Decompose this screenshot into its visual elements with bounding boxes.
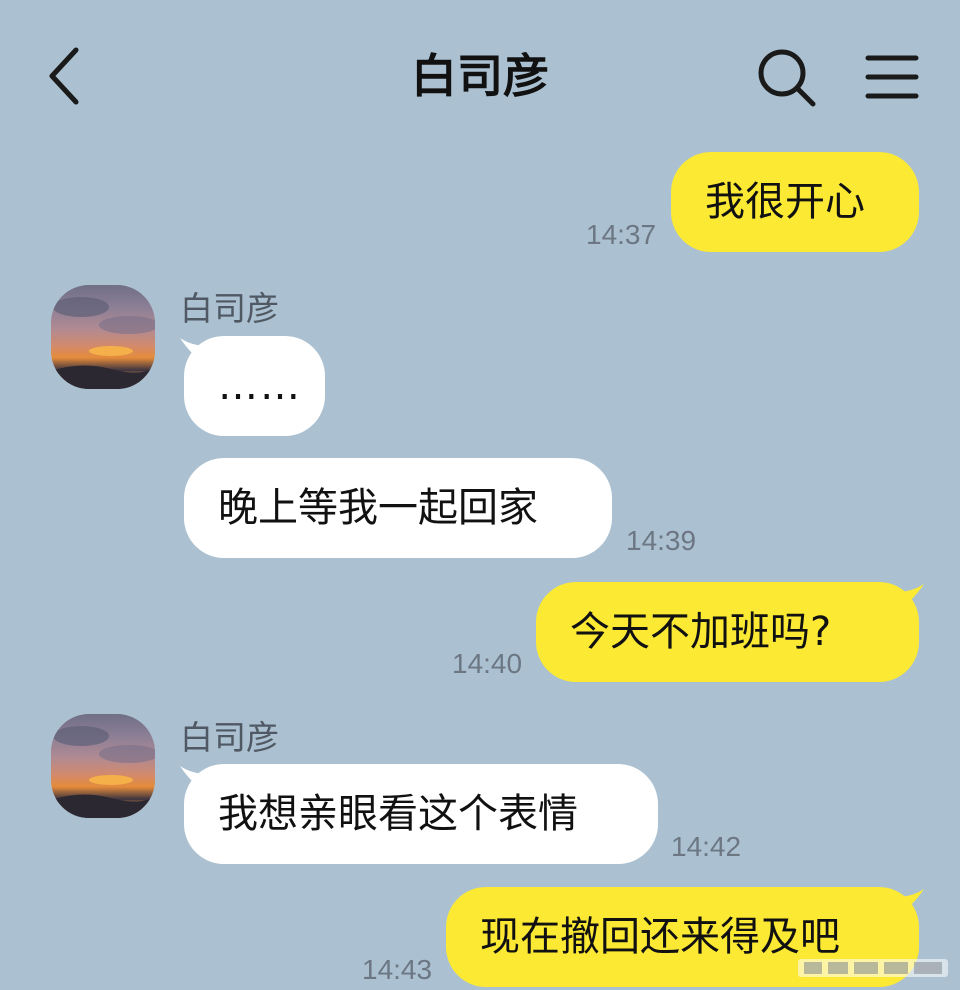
- sender-name: 白司彦: [180, 289, 279, 328]
- message-time: 14:37: [586, 219, 657, 250]
- menu-button[interactable]: [862, 50, 922, 106]
- message-time: 14:43: [362, 954, 433, 985]
- message-bubble-outgoing[interactable]: 我很开心: [671, 152, 919, 252]
- watermark: [798, 959, 948, 977]
- message-bubble-incoming[interactable]: 晚上等我一起回家: [184, 458, 612, 558]
- message-bubble-outgoing[interactable]: 今天不加班吗?: [536, 582, 919, 682]
- search-button[interactable]: [755, 46, 819, 110]
- message-bubble-incoming[interactable]: ……: [184, 336, 325, 436]
- sender-name: 白司彦: [180, 718, 279, 757]
- message-bubble-incoming[interactable]: 我想亲眼看这个表情: [184, 764, 658, 864]
- hamburger-menu-icon: [865, 55, 919, 99]
- message-time: 14:39: [626, 525, 697, 556]
- chat-header: 白司彦: [0, 0, 960, 150]
- avatar[interactable]: [51, 714, 155, 818]
- avatar[interactable]: [51, 285, 155, 389]
- message-time: 14:42: [671, 831, 742, 862]
- bubble-tail: [896, 889, 924, 917]
- message-time: 14:40: [452, 648, 523, 679]
- search-icon: [758, 49, 816, 107]
- bubble-tail: [896, 584, 924, 612]
